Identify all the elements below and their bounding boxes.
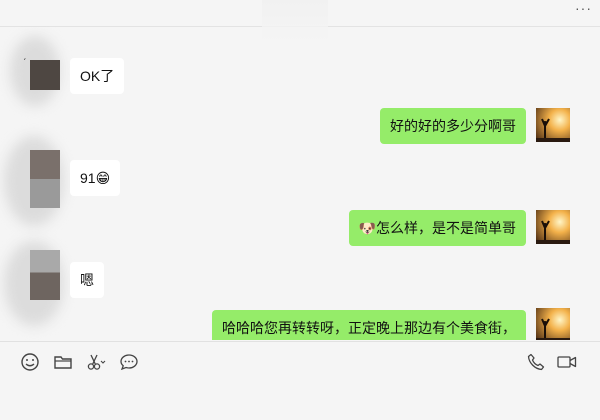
- scissors-icon[interactable]: [86, 352, 106, 372]
- avatar[interactable]: [30, 150, 60, 208]
- message-text: OK了: [80, 68, 115, 84]
- message-bubble-received[interactable]: 91😁: [70, 160, 121, 196]
- avatar[interactable]: [30, 60, 60, 90]
- tick-mark: ˊ: [23, 58, 27, 69]
- grin-emoji-icon: 😁: [95, 170, 111, 186]
- avatar[interactable]: [536, 210, 570, 244]
- chat-history-icon[interactable]: [119, 352, 139, 372]
- message-bubble-sent[interactable]: 哈哈哈您再转转呀，正定晚上那边有个美食街，: [212, 310, 526, 340]
- message-text: 好的好的多少分啊哥: [390, 118, 516, 134]
- message-bubble-sent[interactable]: 🐶怎么样，是不是简单哥: [348, 210, 526, 246]
- phone-icon[interactable]: [526, 352, 546, 372]
- avatar[interactable]: [536, 108, 570, 142]
- folder-icon[interactable]: [53, 352, 73, 372]
- message-bubble-received[interactable]: OK了: [70, 58, 125, 94]
- doge-emoji-icon: 🐶: [358, 220, 376, 236]
- input-toolbar: [0, 341, 600, 382]
- avatar[interactable]: [536, 308, 570, 340]
- chat-header: ···: [0, 0, 600, 42]
- message-list[interactable]: ˊ OK了 好的好的多少分啊哥 91😁 🐶怎么样，是不是简单哥 嗯 哈哈哈您再转…: [0, 26, 600, 340]
- video-call-icon[interactable]: [556, 352, 578, 372]
- avatar-image: [536, 108, 570, 142]
- message-text: 91: [80, 170, 96, 186]
- message-text: 哈哈哈您再转转呀，正定晚上那边有个美食街，: [222, 320, 516, 336]
- avatar[interactable]: [30, 250, 60, 300]
- avatar-image: [536, 210, 570, 244]
- message-text: 嗯: [80, 272, 94, 288]
- more-icon[interactable]: ···: [575, 0, 592, 16]
- message-bubble-sent[interactable]: 好的好的多少分啊哥: [380, 108, 526, 144]
- emoji-icon[interactable]: [20, 352, 40, 372]
- message-text: 怎么样，是不是简单哥: [376, 220, 516, 236]
- message-input-area[interactable]: [0, 381, 600, 420]
- avatar-image: [536, 308, 570, 340]
- message-bubble-received[interactable]: 嗯: [70, 262, 104, 298]
